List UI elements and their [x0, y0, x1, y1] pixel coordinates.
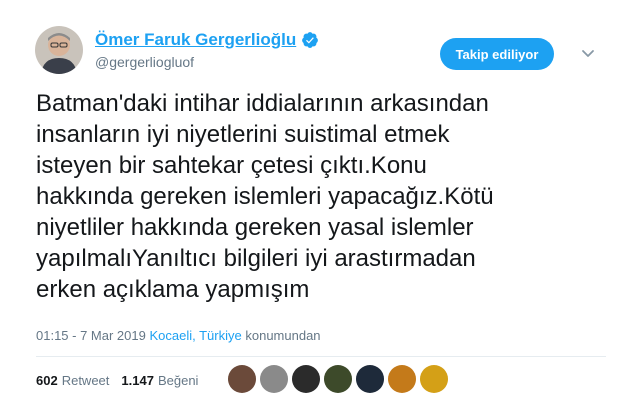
avatar[interactable] — [35, 26, 83, 74]
tweet-card: Ömer Faruk Gergerlioğlu @gergerliogluof … — [0, 0, 630, 412]
verified-badge-icon — [302, 32, 319, 48]
liker-avatar[interactable] — [420, 365, 448, 393]
retweet-count[interactable]: 602 — [36, 373, 58, 388]
tweet-meta: 01:15 - 7 Mar 2019 Kocaeli, Türkiye konu… — [36, 328, 321, 343]
tweet-text: Batman'daki intihar iddialarının arkasın… — [36, 90, 494, 303]
location-suffix: konumundan — [245, 328, 321, 343]
liker-avatar[interactable] — [388, 365, 416, 393]
like-label[interactable]: Beğeni — [158, 373, 198, 388]
tweet-timestamp[interactable]: 01:15 - 7 Mar 2019 — [36, 328, 146, 343]
tweet-location[interactable]: Kocaeli, Türkiye — [149, 328, 241, 343]
liker-avatar[interactable] — [324, 365, 352, 393]
like-count[interactable]: 1.147 — [121, 373, 154, 388]
retweet-label[interactable]: Retweet — [62, 373, 110, 388]
liker-avatar[interactable] — [356, 365, 384, 393]
liker-avatar[interactable] — [292, 365, 320, 393]
liker-avatar[interactable] — [228, 365, 256, 393]
name-row: Ömer Faruk Gergerlioğlu — [95, 30, 319, 50]
user-name[interactable]: Ömer Faruk Gergerlioğlu — [95, 30, 296, 50]
tweet-stats: 602 Retweet 1.147 Beğeni — [36, 373, 198, 388]
divider — [36, 356, 606, 357]
liker-avatar[interactable] — [260, 365, 288, 393]
following-button[interactable]: Takip ediliyor — [440, 38, 554, 70]
user-handle[interactable]: @gergerliogluof — [95, 54, 194, 70]
chevron-down-icon[interactable] — [577, 42, 599, 64]
liker-avatars — [228, 365, 452, 393]
